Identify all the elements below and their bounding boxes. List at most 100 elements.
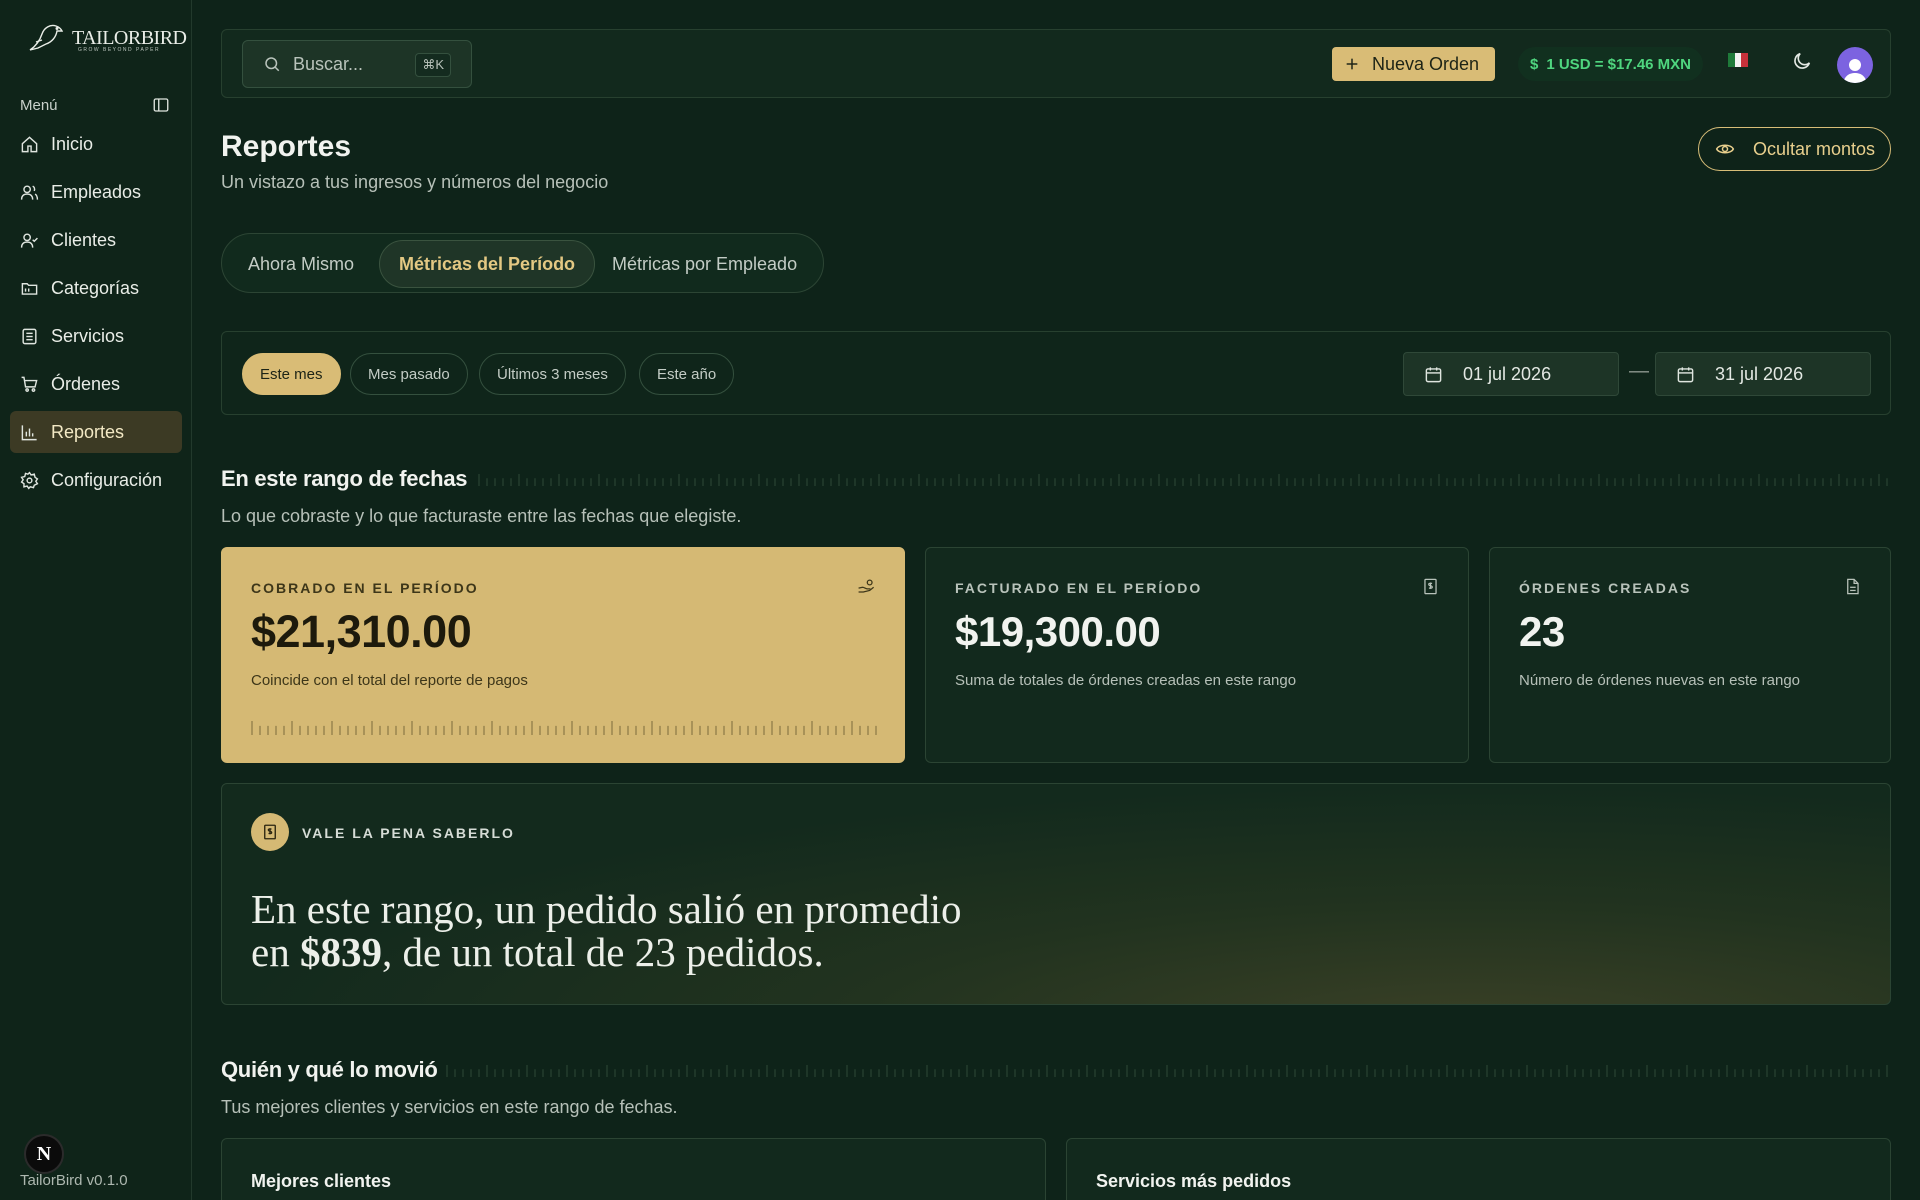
search-input[interactable]: Buscar... ⌘K [242,40,472,88]
tab-ahora-mismo[interactable]: Ahora Mismo [248,240,354,288]
section-subtitle-movers: Tus mejores clientes y servicios en este… [221,1097,678,1117]
sidebar-item-label: Configuración [51,469,163,490]
hide-amounts-button[interactable]: Ocultar montos [1698,127,1891,171]
card-note: Coincide con el total del reporte de pag… [251,672,528,689]
card-value: $21,310.00 [251,606,472,657]
section-title-movers: Quién y qué lo movió [221,1057,438,1082]
section-ruler [478,474,1888,486]
chip-este-ano[interactable]: Este año [639,353,735,395]
home-icon [21,135,38,152]
sidebar-item-servicios[interactable]: Servicios [10,315,182,357]
insight-label: VALE LA PENA SABERLO [302,825,515,841]
search-shortcut: ⌘K [415,53,451,77]
insight-line-1: En este rango, un pedido salió en promed… [251,886,962,932]
sidebar-item-label: Categorías [51,277,140,298]
card-label: FACTURADO EN EL PERÍODO [955,580,1203,596]
user-check-icon [20,232,38,248]
top-clients-card: Mejores clientes [221,1138,1046,1200]
report-tabs: Ahora Mismo Métricas del Período Métrica… [221,233,824,293]
date-from-value: 01 jul 2026 [1463,363,1552,384]
card-title: Mejores clientes [251,1171,392,1191]
sidebar-item-reportes[interactable]: Reportes [10,411,182,453]
bird-logo-icon [29,24,64,51]
sidebar-item-label: Clientes [51,229,117,250]
orders-card: ÓRDENES CREADAS 23 Número de órdenes nue… [1489,547,1891,763]
new-order-label: Nueva Orden [1372,53,1480,74]
new-order-button[interactable]: Nueva Orden [1332,47,1495,81]
tab-metricas-periodo[interactable]: Métricas del Período [379,240,596,288]
sidebar: TAILORBIRD GROW BEYOND PAPER Menú Inicio… [0,0,192,1200]
gear-icon [20,470,39,490]
card-note: Suma de totales de órdenes creadas en es… [955,672,1297,689]
card-value: $19,300.00 [955,608,1161,655]
receipt-icon [264,824,276,840]
page-subtitle: Un vistazo a tus ingresos y números del … [221,172,609,192]
insight-line-2-suffix: , de un total de 23 pedidos. [381,929,824,975]
dev-badge[interactable]: N [24,1134,64,1174]
section-subtitle-range: Lo que cobraste y lo que facturaste entr… [221,506,742,526]
hide-amounts-label: Ocultar montos [1753,138,1876,159]
users-icon [20,184,39,200]
chip-mes-pasado[interactable]: Mes pasado [350,353,468,395]
sidebar-nav: Inicio Empleados Clientes Categorías Ser… [10,123,182,507]
top-services-card: Servicios más pedidos [1066,1138,1891,1200]
insight-badge [251,813,289,851]
sidebar-item-empleados[interactable]: Empleados [10,171,182,213]
calendar-icon [1677,366,1694,382]
chip-ultimos-3-meses[interactable]: Últimos 3 meses [479,353,626,395]
sidebar-item-label: Órdenes [51,373,121,394]
logo-tagline: GROW BEYOND PAPER [78,47,161,53]
eye-icon [1715,144,1735,154]
sidebar-item-categorias[interactable]: Categorías [10,267,182,309]
search-icon [265,57,280,72]
insight-text: En este rango, un pedido salió en promed… [251,888,1011,974]
receipt-icon [1424,578,1437,595]
card-label: COBRADO EN EL PERÍODO [251,580,479,596]
collected-card: COBRADO EN EL PERÍODO $21,310.00 Coincid… [221,547,905,763]
insight-line-2-prefix: en [251,929,300,975]
date-to-value: 31 jul 2026 [1715,363,1804,384]
tab-metricas-empleado[interactable]: Métricas por Empleado [612,240,797,288]
plus-icon [1346,58,1358,70]
sidebar-item-clientes[interactable]: Clientes [10,219,182,261]
exchange-rate-text: 1 USD = $17.46 MXN [1546,55,1691,73]
search-placeholder: Buscar... [293,53,364,74]
page-title: Reportes [221,130,352,163]
date-from-picker[interactable]: 01 jul 2026 [1403,352,1619,396]
sidebar-item-label: Reportes [51,421,125,442]
billed-card: FACTURADO EN EL PERÍODO $19,300.00 Suma … [925,547,1469,763]
user-avatar-icon [1843,59,1867,83]
menu-label: Menú [20,97,58,114]
list-icon [22,328,37,344]
avatar[interactable] [1837,47,1873,83]
app-version: TailorBird v0.1.0 [20,1172,128,1189]
cart-icon [21,376,38,392]
section-title-range: En este rango de fechas [221,466,468,491]
card-label: ÓRDENES CREADAS [1519,580,1692,596]
sidebar-item-inicio[interactable]: Inicio [10,123,182,165]
file-icon [1847,578,1859,595]
sidebar-item-configuracion[interactable]: Configuración [10,459,182,501]
sidebar-toggle-icon[interactable] [152,96,170,114]
top-bar: Buscar... ⌘K Nueva Orden $ 1 USD = $17.4… [221,29,1891,98]
date-to-picker[interactable]: 31 jul 2026 [1655,352,1871,396]
moon-icon[interactable] [1791,50,1813,72]
card-note: Número de órdenes nuevas en este rango [1519,672,1801,689]
dollar-icon: $ [1530,55,1539,73]
sidebar-item-label: Inicio [51,133,94,154]
card-value: 23 [1519,608,1565,655]
chip-este-mes[interactable]: Este mes [242,353,341,395]
section-ruler [446,1065,1888,1077]
exchange-rate-badge: $ 1 USD = $17.46 MXN [1518,47,1703,81]
sidebar-item-label: Servicios [51,325,125,346]
bar-chart-icon [21,424,37,440]
card-ruler [251,721,877,735]
date-filter-bar: Este mes Mes pasado Últimos 3 meses Este… [221,331,1891,415]
hand-coins-icon [858,579,875,593]
mexico-flag-icon[interactable] [1728,53,1749,67]
sidebar-item-ordenes[interactable]: Órdenes [10,363,182,405]
sidebar-item-label: Empleados [51,181,142,202]
calendar-icon [1425,366,1442,382]
insight-panel: VALE LA PENA SABERLO En este rango, un p… [221,783,1891,1005]
insight-amount: $839 [299,929,382,975]
